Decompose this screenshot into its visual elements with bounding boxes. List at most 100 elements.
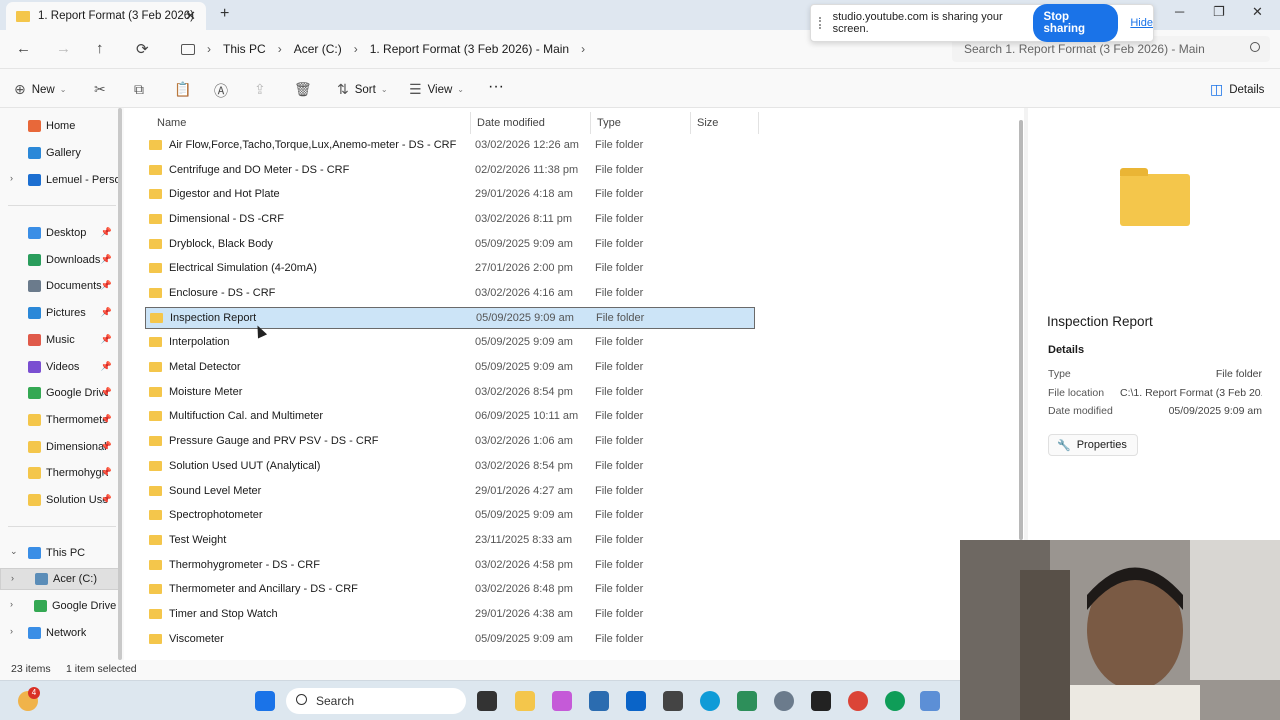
breadcrumb-separator[interactable]: › (581, 42, 585, 56)
details-toggle-button[interactable]: ◫ Details (1210, 81, 1264, 98)
back-button[interactable]: ← (16, 40, 31, 57)
taskbar-search[interactable]: Search (286, 688, 466, 714)
table-row[interactable]: Interpolation 05/09/2025 9:09 am File fold… (145, 331, 755, 353)
table-row[interactable]: Dimensional - DS -CRF 03/02/2026 8:11 pm F… (145, 208, 755, 230)
file-explorer-icon[interactable] (515, 691, 535, 711)
sidebar-item-music[interactable]: Music 📌 (0, 329, 120, 351)
restore-button[interactable]: ❐ (1213, 4, 1225, 20)
table-row[interactable]: Air Flow,Force,Tacho,Torque,Lux,Anemo-me… (145, 134, 755, 156)
sidebar-scrollbar[interactable] (118, 108, 122, 660)
column-header-date[interactable]: Date modified (471, 112, 591, 134)
table-row[interactable]: Centrifuge and DO Meter - DS - CRF 02/02/… (145, 159, 755, 181)
sidebar-item-home[interactable]: Home (0, 115, 120, 137)
copy-button[interactable]: ⧉ (134, 81, 150, 98)
stop-sharing-button[interactable]: Stop sharing (1032, 4, 1119, 42)
tab-report-format[interactable]: 1. Report Format (3 Feb 2026) ✕ (6, 2, 206, 30)
amazon-icon[interactable] (663, 691, 683, 711)
sidebar-item-downloads[interactable]: Downloads 📌 (0, 249, 120, 271)
breadcrumb-current-folder[interactable]: 1. Report Format (3 Feb 2026) - Main (370, 42, 569, 56)
sidebar-item-google-drive[interactable]: Google Drive 📌 (0, 382, 120, 404)
table-row[interactable]: Enclosure - DS - CRF 03/02/2026 4:16 am Fi… (145, 282, 755, 304)
hide-link[interactable]: Hide (1130, 17, 1153, 29)
table-row[interactable]: Test Weight 23/11/2025 8:33 am File folder (145, 529, 755, 551)
pin-icon: 📌 (100, 494, 112, 504)
view-button[interactable]: ☰ View ⌄ (409, 81, 464, 98)
table-row[interactable]: Inspection Report 05/09/2025 9:09 am File … (145, 306, 755, 329)
properties-button[interactable]: 🔧 Properties (1048, 434, 1138, 456)
table-row[interactable]: Timer and Stop Watch 29/01/2026 4:38 am Fi… (145, 603, 755, 625)
new-tab-button[interactable]: + (220, 5, 229, 23)
rename-button[interactable]: Ⓐ (214, 81, 234, 101)
chevron-right-icon[interactable]: › (11, 573, 14, 583)
table-row[interactable]: Electrical Simulation (4-20mA) 27/01/2026… (145, 257, 755, 279)
sidebar-item-acer-c[interactable]: › Acer (C:) (0, 568, 120, 590)
table-row[interactable]: Pressure Gauge and PRV PSV - DS - CRF 03/… (145, 430, 755, 452)
file-type: File folder (595, 237, 644, 250)
sidebar-item-gallery[interactable]: Gallery (0, 142, 120, 164)
folder-icon (149, 140, 162, 150)
chrome-profile-icon[interactable] (885, 691, 905, 711)
file-type: File folder (595, 262, 644, 275)
table-row[interactable]: Thermohygrometer - DS - CRF 03/02/2026 4:… (145, 554, 755, 576)
sidebar-item-dimensional[interactable]: Dimensional 📌 (0, 436, 120, 458)
task-view-icon[interactable] (477, 691, 497, 711)
forward-button[interactable]: → (56, 40, 71, 57)
column-header-type[interactable]: Type (591, 112, 691, 134)
chevron-right-icon[interactable]: › (10, 173, 13, 183)
close-window-button[interactable]: ✕ (1252, 4, 1263, 20)
share-button[interactable]: ⇪ (254, 81, 272, 98)
chevron-right-icon[interactable]: › (10, 626, 13, 636)
sidebar-item-google-drive[interactable]: › Google Drive ( (0, 595, 120, 617)
sidebar-item-network[interactable]: › Network (0, 622, 120, 644)
edge-icon[interactable] (700, 691, 720, 711)
new-button[interactable]: ⊕ New ⌄ (14, 81, 66, 98)
refresh-button[interactable]: ⟳ (136, 40, 149, 58)
copilot-icon[interactable] (552, 691, 572, 711)
sidebar-item-this-pc[interactable]: ⌄ This PC (0, 542, 120, 564)
folder-icon (149, 633, 162, 644)
drag-handle-icon[interactable] (819, 17, 825, 29)
chevron-right-icon[interactable]: › (10, 599, 13, 609)
folder-icon (149, 189, 162, 200)
sidebar-item-lemuel-person[interactable]: › Lemuel - Person (0, 169, 120, 191)
table-row[interactable]: Viscometer 05/09/2025 9:09 am File folder (145, 628, 755, 650)
table-row[interactable]: Thermometer and Ancillary - DS - CRF 03/0… (145, 578, 755, 600)
table-row[interactable]: Multifuction Cal. and Multimeter 06/09/20… (145, 405, 755, 427)
breadcrumb-this-pc[interactable]: This PC (223, 42, 266, 56)
store-icon[interactable] (589, 691, 609, 711)
table-row[interactable]: Metal Detector 05/09/2025 9:09 am File fol… (145, 356, 755, 378)
settings-icon[interactable] (774, 691, 794, 711)
cut-button[interactable]: ✂ (94, 81, 112, 98)
more-options-button[interactable]: ··· (488, 78, 504, 96)
sidebar-item-videos[interactable]: Videos 📌 (0, 356, 120, 378)
column-header-name[interactable]: Name (151, 112, 471, 134)
table-row[interactable]: Digestor and Hot Plate 29/01/2026 4:18 am… (145, 183, 755, 205)
outlook-icon[interactable] (626, 691, 646, 711)
table-row[interactable]: Spectrophotometer 05/09/2025 9:09 am File … (145, 504, 755, 526)
file-list-scrollbar[interactable] (1019, 120, 1023, 540)
chevron-down-icon[interactable]: ⌄ (10, 546, 18, 557)
sidebar-item-thermohygrc[interactable]: Thermohygrc 📌 (0, 462, 120, 484)
start-icon[interactable] (255, 691, 275, 711)
delete-button[interactable]: 🗑 (294, 81, 318, 98)
breadcrumb-acer-c[interactable]: Acer (C:) (294, 42, 342, 56)
sidebar-item-thermomete[interactable]: Thermomete 📌 (0, 409, 120, 431)
app-icon[interactable] (737, 691, 757, 711)
sidebar-item-desktop[interactable]: Desktop 📌 (0, 222, 120, 244)
up-button[interactable]: ↑ (96, 40, 104, 57)
minimize-button[interactable]: ─ (1175, 4, 1184, 19)
table-row[interactable]: Dryblock, Black Body 05/09/2025 9:09 am Fi… (145, 233, 755, 255)
paste-button[interactable]: 📋 (174, 81, 197, 98)
close-tab-icon[interactable]: ✕ (185, 8, 196, 24)
table-row[interactable]: Moisture Meter 03/02/2026 8:54 pm File fol… (145, 381, 755, 403)
terminal-icon[interactable] (811, 691, 831, 711)
sidebar-item-solution-usec[interactable]: Solution Usec 📌 (0, 489, 120, 511)
sidebar-item-documents[interactable]: Documents 📌 (0, 275, 120, 297)
sort-button[interactable]: ⇅ Sort ⌄ (337, 81, 388, 98)
snipping-tool-icon[interactable] (920, 691, 940, 711)
column-header-size[interactable]: Size (691, 112, 759, 134)
table-row[interactable]: Solution Used UUT (Analytical) 03/02/2026… (145, 455, 755, 477)
chrome-icon[interactable] (848, 691, 868, 711)
table-row[interactable]: Sound Level Meter 29/01/2026 4:27 am File … (145, 480, 755, 502)
sidebar-item-pictures[interactable]: Pictures 📌 (0, 302, 120, 324)
